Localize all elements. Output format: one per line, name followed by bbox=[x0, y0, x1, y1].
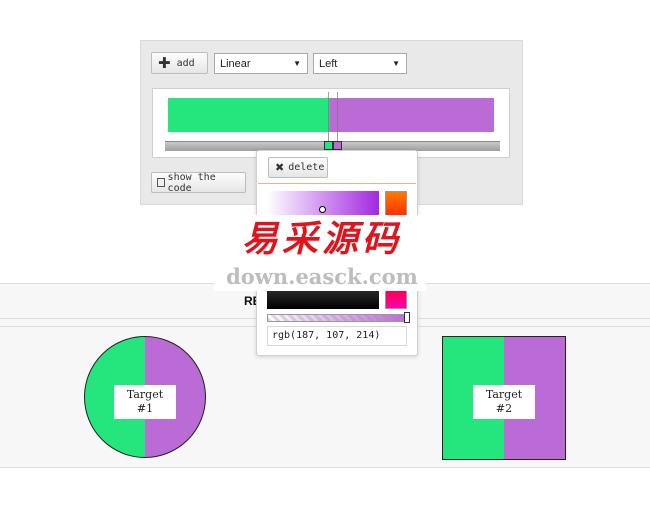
saturation-value-area-lower[interactable] bbox=[267, 290, 379, 309]
delete-label: delete bbox=[288, 162, 325, 173]
target-1-text: Target bbox=[126, 388, 164, 401]
color-stop-handle-1[interactable] bbox=[324, 141, 333, 150]
watermark-logo-text: 易采源码 bbox=[241, 218, 402, 260]
stop-guide-line bbox=[328, 92, 329, 142]
watermark-url: down.easck.com bbox=[226, 264, 418, 289]
add-button[interactable]: ✚ add bbox=[151, 52, 208, 74]
target-2-label: Target #2 bbox=[473, 385, 535, 419]
color-value-input[interactable]: rgb(187, 107, 214) bbox=[267, 326, 407, 346]
dropdown-arrow-icon: ▼ bbox=[293, 59, 301, 68]
show-code-button[interactable]: show the code bbox=[151, 171, 246, 194]
gradient-direction-value: Left bbox=[319, 57, 338, 70]
hue-slider[interactable] bbox=[385, 191, 407, 217]
divider bbox=[258, 183, 416, 184]
alpha-slider-handle[interactable] bbox=[404, 312, 410, 323]
target-1-label: Target #1 bbox=[114, 385, 176, 419]
dropdown-arrow-icon: ▼ bbox=[392, 59, 400, 68]
gradient-preview-bar bbox=[168, 98, 494, 132]
add-button-label: add bbox=[176, 57, 195, 69]
alpha-slider[interactable] bbox=[267, 314, 408, 322]
plus-icon: ✚ bbox=[158, 53, 171, 72]
show-code-label: show the code bbox=[167, 171, 216, 194]
hue-slider-lower[interactable] bbox=[385, 290, 407, 309]
delete-stop-button[interactable]: ✖ delete bbox=[268, 157, 328, 178]
stop-guide-line bbox=[337, 92, 338, 142]
target-2-number: #2 bbox=[495, 402, 513, 415]
saturation-value-area[interactable] bbox=[267, 191, 379, 217]
code-icon bbox=[157, 178, 165, 187]
delete-icon: ✖ bbox=[275, 161, 285, 174]
gradient-direction-select[interactable]: Left ▼ bbox=[313, 53, 407, 74]
target-2-text: Target bbox=[485, 388, 523, 401]
gradient-type-value: Linear bbox=[220, 57, 251, 70]
color-stop-handle-2[interactable] bbox=[333, 141, 342, 150]
saturation-cursor[interactable] bbox=[319, 206, 326, 213]
target-1-number: #1 bbox=[136, 402, 154, 415]
divider bbox=[0, 467, 650, 468]
gradient-type-select[interactable]: Linear ▼ bbox=[214, 53, 308, 74]
